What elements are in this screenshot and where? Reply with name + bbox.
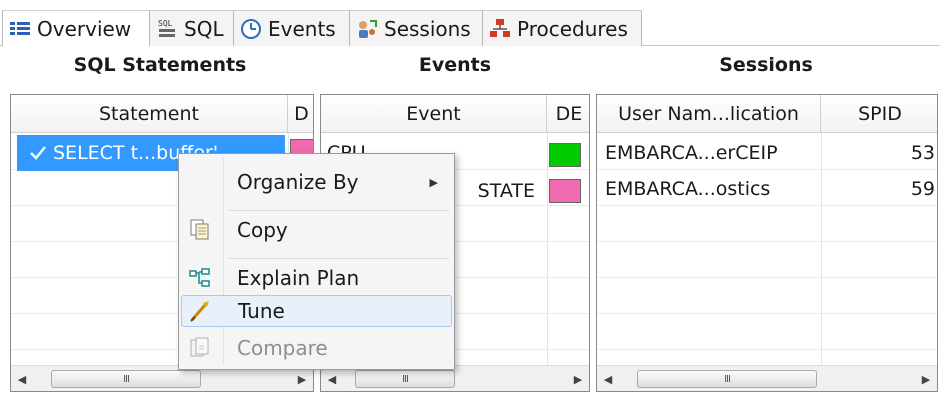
scroll-grip-icon: III — [724, 373, 731, 385]
scroll-left-icon[interactable]: ◀ — [597, 366, 619, 391]
menu-item-label: Explain Plan — [237, 266, 360, 290]
menu-item-label: Compare — [237, 336, 328, 360]
clock-icon — [240, 18, 262, 40]
column-header-event[interactable]: Event — [321, 95, 547, 133]
sessions-icon — [356, 18, 378, 40]
column-header-spid[interactable]: SPID — [821, 95, 937, 133]
menu-item-tune[interactable]: Tune — [181, 295, 452, 327]
scroll-thumb[interactable]: III — [355, 370, 455, 388]
copy-icon — [188, 218, 212, 242]
sessions-panel: User Nam...lication SPID EMBARCA...erCEI… — [596, 94, 938, 392]
tab-sessions[interactable]: Sessions — [350, 10, 483, 46]
scroll-thumb[interactable]: III — [637, 370, 817, 388]
menu-item-label: Organize By — [237, 170, 359, 194]
sql-icon: SQL — [156, 18, 178, 40]
tab-label: Procedures — [517, 16, 628, 41]
column-header-user-name[interactable]: User Nam...lication — [597, 95, 821, 133]
tab-label: Sessions — [384, 16, 471, 41]
tab-events[interactable]: Events — [234, 10, 350, 46]
color-swatch-green — [549, 143, 581, 167]
sql-statements-title: SQL Statements — [73, 54, 247, 76]
sessions-title: Sessions — [719, 54, 813, 76]
session-user-name[interactable]: EMBARCA...erCEIP — [605, 135, 817, 171]
scroll-grip-icon: III — [123, 373, 130, 385]
menu-item-label: Tune — [238, 299, 285, 323]
column-header-d[interactable]: D — [288, 95, 313, 133]
menu-item-copy[interactable]: Copy — [181, 214, 452, 246]
column-header-statement[interactable]: Statement — [11, 95, 288, 133]
procedures-icon — [489, 18, 511, 40]
scroll-grip-icon: III — [402, 373, 409, 385]
compare-icon — [188, 336, 212, 360]
menu-item-label: Copy — [237, 218, 288, 242]
horizontal-scrollbar[interactable]: ◀ III ▶ — [597, 365, 937, 391]
scroll-right-icon[interactable]: ▶ — [915, 366, 937, 391]
scroll-right-icon[interactable]: ▶ — [567, 366, 589, 391]
events-title: Events — [418, 54, 492, 76]
checkmark-icon — [29, 145, 47, 161]
event-name: STATE — [477, 180, 535, 202]
color-swatch-pink — [549, 179, 581, 203]
menu-item-organize-by[interactable]: Organize By ▶ — [181, 166, 452, 198]
overview-icon — [9, 18, 31, 40]
svg-text:SQL: SQL — [158, 19, 173, 28]
tab-procedures[interactable]: Procedures — [483, 10, 642, 46]
submenu-arrow-icon: ▶ — [429, 175, 438, 189]
tab-bar: Overview SQL SQL Events Sessions Procedu… — [0, 0, 940, 46]
column-header-de[interactable]: DE — [547, 95, 589, 133]
session-spid: 59 — [910, 178, 935, 200]
tab-label: SQL — [184, 16, 224, 41]
tab-sql[interactable]: SQL SQL — [150, 10, 234, 46]
session-spid: 53 — [910, 142, 935, 164]
context-menu: Organize By ▶ Copy Explain Plan Tune Com… — [178, 153, 455, 370]
session-user-name[interactable]: EMBARCA...ostics — [605, 171, 817, 207]
tab-overview[interactable]: Overview — [2, 10, 150, 46]
scroll-thumb[interactable]: III — [51, 370, 201, 388]
tune-icon — [189, 299, 213, 323]
scroll-left-icon[interactable]: ◀ — [11, 366, 33, 391]
tab-label: Events — [268, 16, 336, 41]
explain-plan-icon — [188, 266, 212, 290]
menu-item-explain-plan[interactable]: Explain Plan — [181, 262, 452, 294]
tab-label: Overview — [37, 16, 132, 41]
menu-item-compare: Compare — [181, 332, 452, 364]
